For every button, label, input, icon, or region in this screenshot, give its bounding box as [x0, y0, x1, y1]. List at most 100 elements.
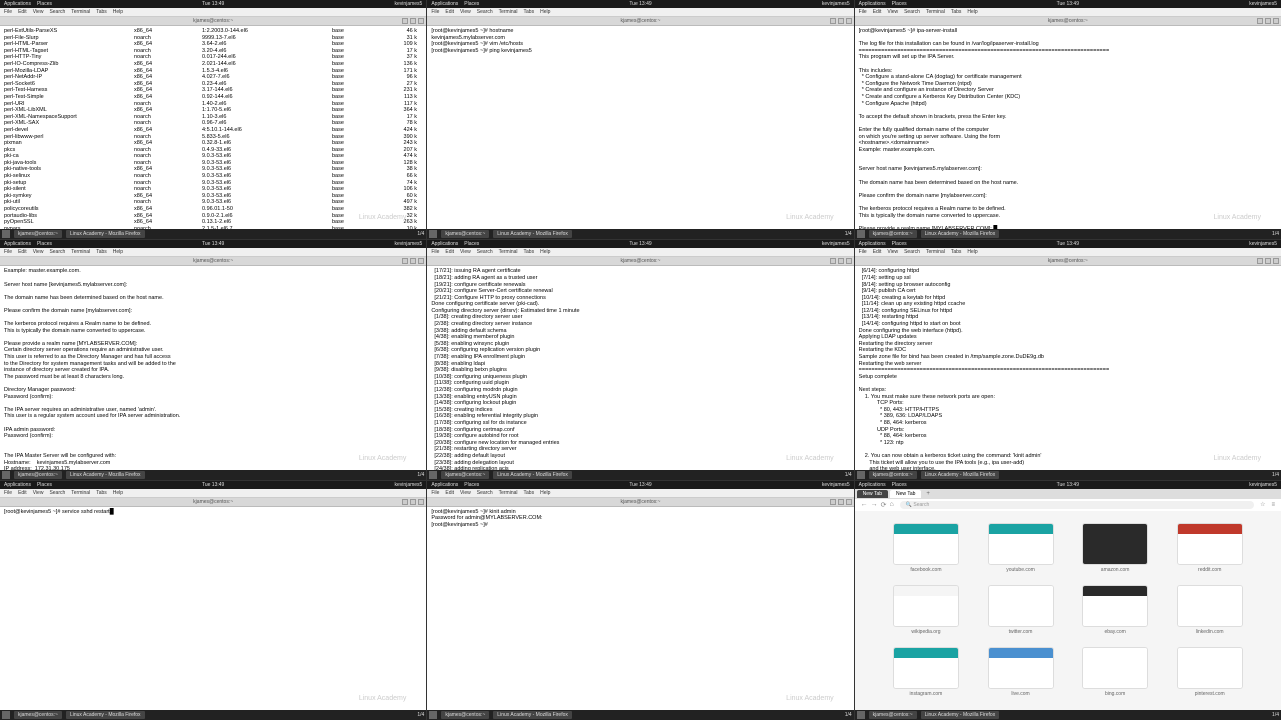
taskbar-icon[interactable]: [2, 230, 10, 238]
menu-item[interactable]: Edit: [445, 249, 454, 255]
terminal[interactable]: [root@kevinjames5 ~]# service sshd resta…: [0, 507, 426, 710]
top-site-tile[interactable]: wikipedia.org: [885, 585, 968, 635]
menu-item[interactable]: Edit: [873, 9, 882, 15]
places-menu[interactable]: Places: [37, 1, 52, 7]
menu-item[interactable]: Search: [477, 490, 493, 496]
menu-item[interactable]: File: [4, 249, 12, 255]
menu-item[interactable]: File: [4, 490, 12, 496]
menu-item[interactable]: Edit: [18, 249, 27, 255]
menu-item[interactable]: View: [33, 490, 44, 496]
terminal[interactable]: [root@kevinjames5 ~]# kinit adminPasswor…: [427, 507, 853, 710]
top-site-tile[interactable]: facebook.com: [885, 523, 968, 573]
top-site-tile[interactable]: twitter.com: [979, 585, 1062, 635]
top-site-tile[interactable]: instagram.com: [885, 647, 968, 697]
menu-item[interactable]: File: [431, 249, 439, 255]
menu-item[interactable]: Search: [904, 249, 920, 255]
top-site-tile[interactable]: live.com: [979, 647, 1062, 697]
menu-item[interactable]: Edit: [18, 9, 27, 15]
top-site-tile[interactable]: linkedin.com: [1168, 585, 1251, 635]
menu-item[interactable]: View: [460, 9, 471, 15]
menu-item[interactable]: Tabs: [524, 490, 535, 496]
top-site-tile[interactable]: pinterest.com: [1168, 647, 1251, 697]
menu-item[interactable]: Tabs: [96, 249, 107, 255]
terminal[interactable]: [6/14]: configuring httpd [7/14]: settin…: [855, 266, 1281, 469]
bookmark-icon[interactable]: ☆: [1260, 501, 1265, 508]
taskbar-app[interactable]: Linux Academy - Mozilla Firefox: [66, 230, 145, 238]
top-site-tile[interactable]: reddit.com: [1168, 523, 1251, 573]
menu-item[interactable]: Search: [49, 490, 65, 496]
browser-tab[interactable]: New Tab: [857, 490, 888, 498]
browser-tabs: New Tab New Tab +: [855, 489, 1281, 499]
menu-item[interactable]: View: [460, 249, 471, 255]
menu-item[interactable]: View: [33, 9, 44, 15]
menu-item[interactable]: Tabs: [96, 9, 107, 15]
menu-item[interactable]: Help: [967, 9, 977, 15]
menu-icon[interactable]: ≡: [1271, 502, 1275, 508]
menu-item[interactable]: Tabs: [951, 249, 962, 255]
menu-item[interactable]: Tabs: [524, 9, 535, 15]
menu-item[interactable]: Terminal: [926, 9, 945, 15]
terminal[interactable]: perl-ExtUtils-ParseXSx86_641:2.2003.0-14…: [0, 26, 426, 229]
new-tab-btn[interactable]: +: [923, 491, 933, 497]
menu-item[interactable]: Terminal: [71, 9, 90, 15]
terminal[interactable]: Example: master.example.com. Server host…: [0, 266, 426, 469]
terminal[interactable]: [17/21]: issuing RA agent certificate [1…: [427, 266, 853, 469]
menu-item[interactable]: Edit: [445, 490, 454, 496]
menu-item[interactable]: Terminal: [71, 249, 90, 255]
fwd-icon[interactable]: →: [871, 501, 878, 509]
top-site-tile[interactable]: youtube.com: [979, 523, 1062, 573]
menu-item[interactable]: Help: [540, 9, 550, 15]
url-search[interactable]: 🔍 Search: [900, 501, 1254, 509]
menu-item[interactable]: Help: [540, 490, 550, 496]
reload-icon[interactable]: ⟳: [881, 501, 887, 509]
menu-item[interactable]: File: [4, 9, 12, 15]
menu-item[interactable]: Help: [540, 249, 550, 255]
back-icon[interactable]: ←: [861, 501, 868, 509]
menu-item[interactable]: Search: [477, 249, 493, 255]
menu-item[interactable]: Help: [113, 249, 123, 255]
close-btn[interactable]: [418, 18, 424, 24]
menu-item[interactable]: Search: [904, 9, 920, 15]
top-site-tile[interactable]: amazon.com: [1074, 523, 1157, 573]
menu-item[interactable]: File: [859, 9, 867, 15]
menu-item[interactable]: File: [859, 249, 867, 255]
menu-item[interactable]: Terminal: [499, 490, 518, 496]
menu-item[interactable]: File: [431, 490, 439, 496]
menu-item[interactable]: Search: [477, 9, 493, 15]
menu-item[interactable]: Help: [113, 490, 123, 496]
menu-item[interactable]: Search: [49, 249, 65, 255]
menu-item[interactable]: View: [887, 9, 898, 15]
home-icon[interactable]: ⌂: [890, 501, 894, 509]
apps-menu[interactable]: Applications: [4, 1, 31, 7]
max-btn[interactable]: [410, 18, 416, 24]
menu-item[interactable]: Edit: [873, 249, 882, 255]
package-row: pki-setupnoarch9.0.3-53.el6base74 k: [4, 180, 422, 187]
terminal[interactable]: [root@kevinjames5 ~]# ipa-server-install…: [855, 26, 1281, 229]
top-site-tile[interactable]: bing.com: [1074, 647, 1157, 697]
taskbar-app[interactable]: kjames@centos:~: [14, 230, 62, 238]
menu-item[interactable]: Edit: [18, 490, 27, 496]
package-row: perl-Mozilla-LDAPx86_641.5.3-4.el6base17…: [4, 68, 422, 75]
menu-item[interactable]: View: [460, 490, 471, 496]
terminal[interactable]: [root@kevinjames5 ~]# hostnamekevinjames…: [427, 26, 853, 229]
user-menu[interactable]: kevinjames5: [395, 1, 423, 7]
menu-item[interactable]: Terminal: [71, 490, 90, 496]
menu-item[interactable]: File: [431, 9, 439, 15]
menu-item[interactable]: Terminal: [926, 249, 945, 255]
menu-item[interactable]: Tabs: [96, 490, 107, 496]
menu-item[interactable]: Edit: [445, 9, 454, 15]
menu-item[interactable]: Tabs: [951, 9, 962, 15]
top-site-tile[interactable]: ebay.com: [1074, 585, 1157, 635]
min-btn[interactable]: [402, 18, 408, 24]
menu-item[interactable]: Terminal: [499, 249, 518, 255]
menu-item[interactable]: Tabs: [524, 249, 535, 255]
package-row: perl-HTTP-Tinynoarch0.017-244.el6base37 …: [4, 54, 422, 61]
menu-item[interactable]: Help: [113, 9, 123, 15]
menu-item[interactable]: View: [33, 249, 44, 255]
menu-item[interactable]: Search: [49, 9, 65, 15]
gnome-topbar: ApplicationsPlaces Tue 13:49 kevinjames5: [0, 0, 426, 8]
browser-tab[interactable]: New Tab: [890, 490, 921, 498]
menu-item[interactable]: Help: [967, 249, 977, 255]
menu-item[interactable]: View: [887, 249, 898, 255]
menu-item[interactable]: Terminal: [499, 9, 518, 15]
